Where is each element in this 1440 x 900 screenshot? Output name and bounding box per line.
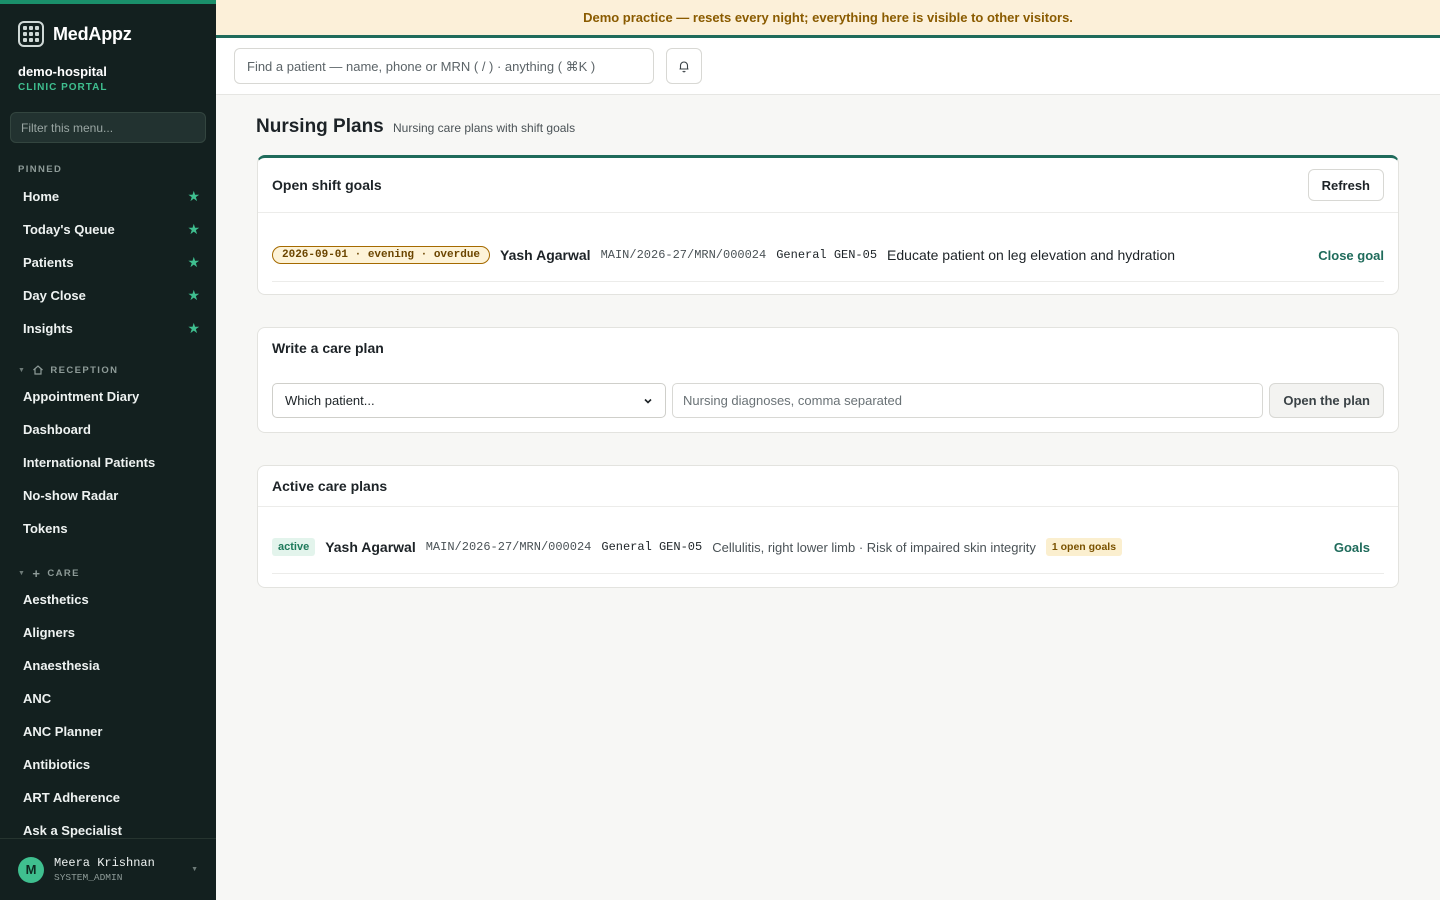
sidebar-item-label: Aesthetics — [23, 592, 89, 607]
sidebar-item-international-patients[interactable]: International Patients — [0, 446, 216, 479]
org-subtitle: CLINIC PORTAL — [18, 82, 108, 93]
patient-name[interactable]: Yash Agarwal — [500, 247, 591, 263]
home-icon — [33, 365, 44, 375]
sidebar-item-label: Today's Queue — [23, 222, 115, 237]
patient-select-value: Which patient... — [285, 393, 375, 408]
sidebar-item-label: Dashboard — [23, 422, 91, 437]
card-title: Open shift goals — [272, 177, 382, 193]
nursing-diagnoses-input[interactable] — [672, 383, 1264, 418]
sidebar-item-antibiotics[interactable]: Antibiotics — [0, 748, 216, 781]
bell-icon — [679, 61, 689, 73]
sidebar-item-home[interactable]: Home ★ — [0, 180, 216, 213]
active-care-plans-card: Active care plans active Yash Agarwal MA… — [257, 465, 1399, 588]
chevron-down-icon: ▼ — [18, 366, 27, 374]
card-title: Write a care plan — [272, 340, 384, 356]
sidebar-item-label: ANC — [23, 691, 52, 706]
brand[interactable]: MedAppz — [0, 4, 216, 48]
sidebar-item-todays-queue[interactable]: Today's Queue ★ — [0, 213, 216, 246]
avatar: M — [18, 856, 44, 883]
user-role: SYSTEM_ADMIN — [54, 872, 123, 883]
sidebar-item-label: No-show Radar — [23, 488, 119, 503]
write-care-plan-card: Write a care plan Which patient... Open … — [257, 327, 1399, 433]
patient-select[interactable]: Which patient... — [272, 383, 666, 418]
section-toggle-reception[interactable]: ▼ RECEPTION — [0, 364, 216, 376]
user-name: Meera Krishnan — [54, 856, 155, 870]
pinned-star-icon[interactable]: ★ — [187, 221, 200, 238]
sidebar-item-label: Antibiotics — [23, 757, 91, 772]
user-menu[interactable]: M Meera Krishnan SYSTEM_ADMIN ▼ — [0, 838, 216, 900]
open-plan-button[interactable]: Open the plan — [1269, 383, 1384, 418]
sidebar-item-label: Ask a Specialist — [23, 823, 122, 838]
menu-filter-input[interactable] — [10, 112, 206, 143]
refresh-button[interactable]: Refresh — [1307, 169, 1384, 201]
sidebar-item-no-show-radar[interactable]: No-show Radar — [0, 479, 216, 512]
sidebar-item-label: ART Adherence — [23, 790, 121, 805]
sidebar-item-anc-planner[interactable]: ANC Planner — [0, 715, 216, 748]
ward-bed: General GEN-05 — [776, 248, 878, 262]
org-switcher[interactable]: demo-hospital CLINIC PORTAL — [0, 48, 216, 93]
brand-name: MedAppz — [53, 23, 132, 44]
pinned-star-icon[interactable]: ★ — [187, 188, 200, 205]
section-toggle-care[interactable]: ▼ + CARE — [0, 566, 216, 581]
sidebar-item-label: Insights — [23, 321, 73, 336]
card-title: Active care plans — [272, 478, 388, 494]
sidebar-item-dashboard[interactable]: Dashboard — [0, 413, 216, 446]
topbar — [216, 38, 1440, 95]
chevron-down-icon: ▼ — [191, 866, 198, 873]
sidebar-item-label: International Patients — [23, 455, 156, 470]
sidebar-item-anc[interactable]: ANC — [0, 682, 216, 715]
sidebar-item-label: ANC Planner — [23, 724, 103, 739]
page-subtitle: Nursing care plans with shift goals — [393, 121, 576, 135]
demo-banner-text: Demo practice — resets every night; ever… — [583, 10, 1073, 25]
demo-banner: Demo practice — resets every night; ever… — [216, 0, 1440, 38]
patient-mrn: MAIN/2026-27/MRN/000024 — [600, 248, 767, 262]
sidebar-item-appointment-diary[interactable]: Appointment Diary — [0, 380, 216, 413]
sidebar-item-patients[interactable]: Patients ★ — [0, 246, 216, 279]
sidebar: MedAppz demo-hospital CLINIC PORTAL PINN… — [0, 0, 216, 900]
page-title: Nursing Plans — [256, 116, 384, 137]
app-logo-icon — [18, 21, 44, 47]
sidebar-item-aesthetics[interactable]: Aesthetics — [0, 583, 216, 616]
goal-text: Educate patient on leg elevation and hyd… — [887, 247, 1176, 263]
patient-mrn: MAIN/2026-27/MRN/000024 — [425, 540, 592, 554]
table-row: 2026-09-01 · evening · overdue Yash Agar… — [272, 229, 1384, 282]
patient-search-input[interactable] — [234, 48, 654, 84]
sidebar-item-label: Patients — [23, 255, 74, 270]
sidebar-item-aligners[interactable]: Aligners — [0, 616, 216, 649]
sidebar-item-label: Appointment Diary — [23, 389, 140, 404]
sidebar-item-anaesthesia[interactable]: Anaesthesia — [0, 649, 216, 682]
sidebar-item-art-adherence[interactable]: ART Adherence — [0, 781, 216, 814]
goals-link[interactable]: Goals — [1334, 540, 1384, 555]
sidebar-item-day-close[interactable]: Day Close ★ — [0, 279, 216, 312]
patient-name[interactable]: Yash Agarwal — [325, 539, 416, 555]
sidebar-item-label: Anaesthesia — [23, 658, 100, 673]
chevron-down-icon — [644, 398, 652, 404]
status-badge: 2026-09-01 · evening · overdue — [272, 246, 491, 264]
notifications-button[interactable] — [666, 48, 702, 84]
plus-icon: + — [32, 566, 42, 581]
pinned-star-icon[interactable]: ★ — [187, 254, 200, 271]
pinned-star-icon[interactable]: ★ — [187, 287, 200, 304]
sidebar-item-label: Day Close — [23, 288, 86, 303]
section-label-pinned: PINNED — [18, 164, 63, 175]
ward-bed: General GEN-05 — [601, 540, 703, 554]
sidebar-item-tokens[interactable]: Tokens — [0, 512, 216, 545]
org-name: demo-hospital — [18, 64, 107, 79]
table-row: active Yash Agarwal MAIN/2026-27/MRN/000… — [272, 521, 1384, 574]
diagnoses-text: Cellulitis, right lower limb · Risk of i… — [712, 539, 1036, 555]
sidebar-item-label: Aligners — [23, 625, 76, 640]
pinned-star-icon[interactable]: ★ — [187, 320, 200, 337]
close-goal-link[interactable]: Close goal — [1318, 248, 1384, 263]
open-goals-badge: 1 open goals — [1045, 538, 1123, 556]
chevron-down-icon: ▼ — [18, 570, 27, 577]
status-badge: active — [272, 538, 316, 556]
sidebar-item-label: Tokens — [23, 521, 68, 536]
sidebar-item-insights[interactable]: Insights ★ — [0, 312, 216, 345]
sidebar-item-label: Home — [23, 189, 60, 204]
open-shift-goals-card: Open shift goals Refresh 2026-09-01 · ev… — [257, 155, 1399, 295]
